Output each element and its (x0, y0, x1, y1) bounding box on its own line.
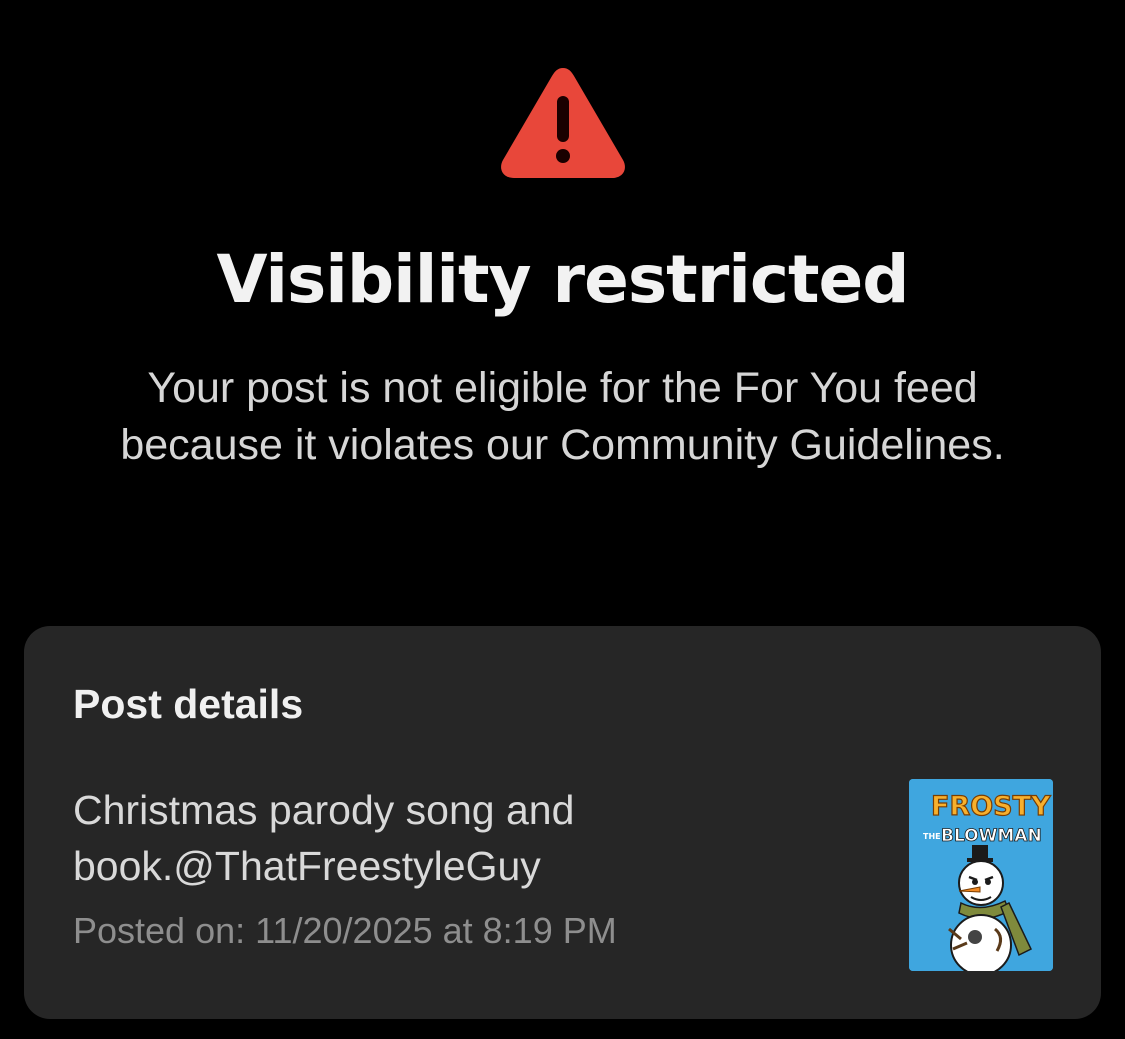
post-date: Posted on: 11/20/2025 at 8:19 PM (73, 910, 617, 951)
thumbnail-title-small: THE (923, 832, 941, 841)
thumbnail-title-line1: FROSTY (931, 791, 1051, 822)
thumbnail-title-line2: BLOWMAN (941, 826, 1042, 846)
post-details-card[interactable]: Post details Christmas parody song and b… (24, 626, 1101, 1019)
restriction-message: Your post is not eligible for the For Yo… (120, 364, 1005, 469)
post-caption-line: Christmas parody song and (73, 787, 575, 833)
post-caption: Christmas parody song and book.@ThatFree… (73, 782, 853, 894)
post-details-heading: Post details (73, 681, 304, 727)
post-thumbnail[interactable]: FROSTY THE BLOWMAN (909, 779, 1053, 971)
page-title: Visibility restricted (216, 241, 909, 318)
post-caption-line: book.@ThatFreestyleGuy (73, 843, 541, 889)
warning-triangle-icon (498, 62, 628, 180)
